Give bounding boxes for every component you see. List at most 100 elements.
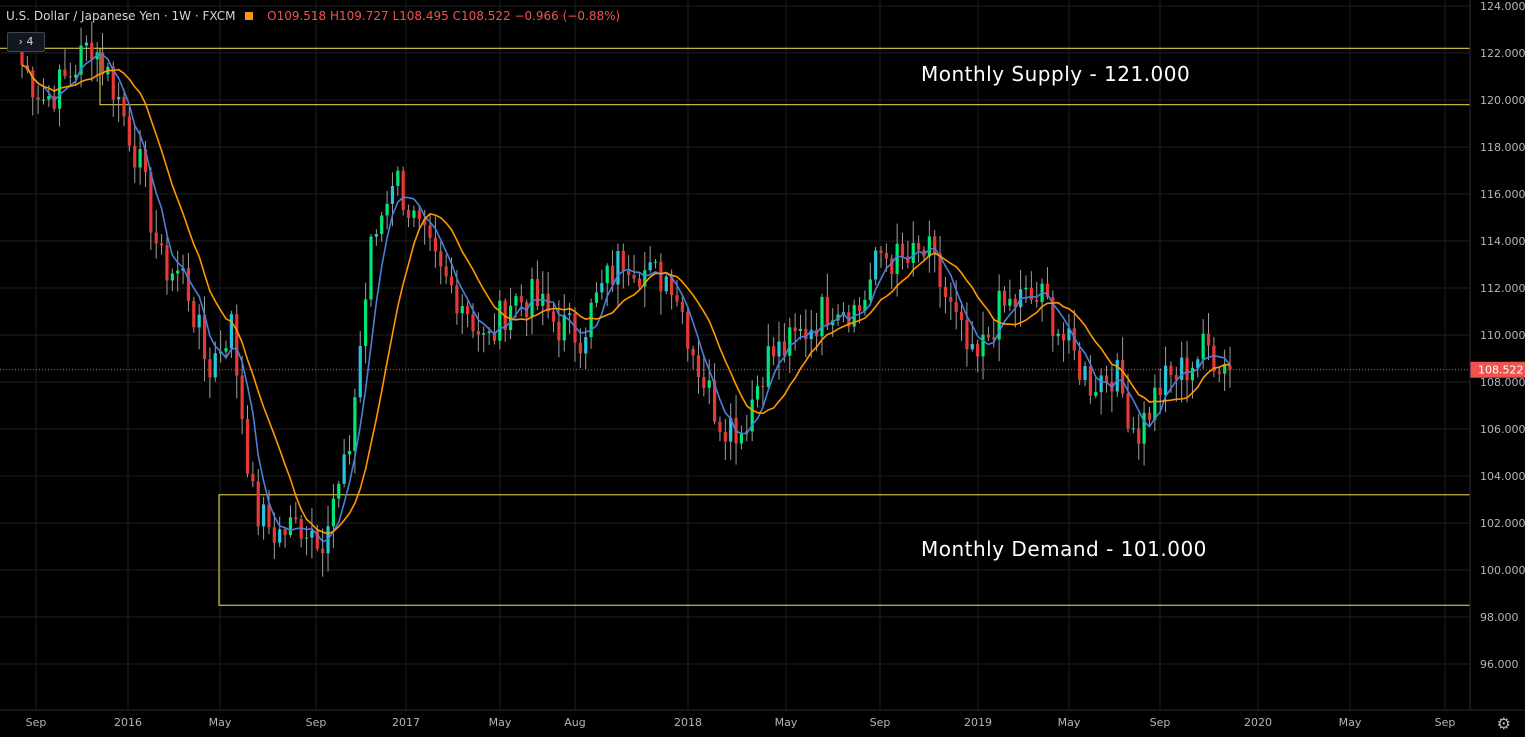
legend-interval: 1W <box>171 9 192 23</box>
y-tick-label: 118.000 <box>1480 141 1525 154</box>
x-tick-label: May <box>489 716 512 729</box>
candle-body <box>229 314 233 349</box>
supply-zone <box>99 47 1471 106</box>
candle-body <box>380 215 384 234</box>
y-tick-label: 104.000 <box>1480 470 1525 483</box>
x-tick-label: 2018 <box>674 716 702 729</box>
y-tick-label: 120.000 <box>1480 94 1525 107</box>
candle-body <box>1008 298 1012 306</box>
candle-body <box>1024 287 1028 290</box>
candle-body <box>1099 375 1103 393</box>
candle-body <box>133 145 137 168</box>
candle-body <box>149 172 153 233</box>
last-price-label: 108.522 <box>1478 364 1524 377</box>
y-tick-label: 106.000 <box>1480 423 1525 436</box>
candle-body <box>337 483 341 499</box>
time-axis[interactable]: Sep 2016 May Sep 2017 May Aug 2018 May Sep 2019 May… <box>0 709 1525 729</box>
candle-body <box>417 210 421 219</box>
candle-body <box>868 279 872 300</box>
candle-body <box>981 334 985 357</box>
candle-body <box>186 268 191 301</box>
candle-body <box>616 250 620 285</box>
candle-body <box>777 341 781 357</box>
price-chart[interactable]: 108.522 124.000 122.000 120.000 118.000 116.… <box>0 0 1525 737</box>
candle-body <box>874 250 878 280</box>
candle-body <box>401 170 405 211</box>
candle-body <box>568 313 572 315</box>
candle-body <box>1137 428 1141 444</box>
y-tick-label: 100.000 <box>1480 564 1525 577</box>
y-tick-label: 96.000 <box>1480 658 1519 671</box>
x-tick-label: Sep <box>870 716 891 729</box>
candle-body <box>433 237 438 252</box>
candle-body <box>755 385 760 400</box>
candle-body <box>675 295 679 302</box>
candle-body <box>1121 360 1125 394</box>
candle-body <box>471 314 475 332</box>
candle-body <box>353 397 357 451</box>
y-tick-label: 122.000 <box>1480 47 1525 60</box>
x-tick-label: Sep <box>26 716 47 729</box>
candle-body <box>535 278 540 306</box>
moving-average-lines <box>21 53 1231 543</box>
legend-ohlc: O109.518 H109.727 L108.495 C108.522 −0.9… <box>267 9 621 23</box>
candle-body <box>1228 365 1232 370</box>
candle-body <box>1126 393 1130 429</box>
candle-body <box>1083 366 1087 381</box>
candle-body <box>976 344 980 357</box>
y-tick-label: 116.000 <box>1480 188 1525 201</box>
candle-body <box>965 320 969 350</box>
candle-body <box>879 250 883 253</box>
candle-body <box>498 300 502 341</box>
candle-body <box>444 266 448 277</box>
candle-body <box>1094 392 1098 396</box>
x-tick-label: May <box>1339 716 1362 729</box>
candle-body <box>1056 333 1060 337</box>
x-tick-label: 2016 <box>114 716 142 729</box>
indicator-toggle-button[interactable]: › 4 <box>7 32 45 52</box>
ma-fast-line <box>21 53 1231 543</box>
candle-body <box>406 210 411 218</box>
candle-body <box>41 99 46 101</box>
price-axis[interactable]: 124.000 122.000 120.000 118.000 116.000 114.0… <box>1469 0 1525 710</box>
candle-body <box>460 306 464 314</box>
x-tick-label: 2019 <box>964 716 992 729</box>
candle-body <box>267 504 271 528</box>
chart-legend: U.S. Dollar / Japanese Yen · 1W · FXCM O… <box>6 9 621 23</box>
candle-body <box>1002 290 1007 306</box>
x-tick-label: May <box>775 716 798 729</box>
candle-body <box>648 262 652 271</box>
candle-body <box>331 498 335 527</box>
candle-body <box>347 450 352 455</box>
candle-body <box>970 344 974 350</box>
candle-body <box>396 170 400 187</box>
candle-body <box>895 243 899 274</box>
candle-body <box>385 203 389 216</box>
x-tick-label: Sep <box>306 716 327 729</box>
candle-body <box>884 252 888 259</box>
candle-body <box>213 353 217 378</box>
candle-body <box>63 69 67 77</box>
candle-body <box>283 529 287 536</box>
x-tick-label: 2020 <box>1244 716 1272 729</box>
y-tick-label: 124.000 <box>1480 0 1525 13</box>
candle-body <box>439 251 443 267</box>
candle-body <box>696 355 701 377</box>
candle-body <box>718 421 722 432</box>
candle-body <box>707 380 711 388</box>
candle-body <box>610 265 615 285</box>
legend-symbol: U.S. Dollar / Japanese Yen <box>6 9 161 23</box>
candle-body <box>530 278 534 318</box>
candle-body <box>288 517 293 536</box>
candle-body <box>627 270 631 276</box>
candle-body <box>235 314 239 376</box>
settings-gear-icon[interactable]: ⚙ <box>1497 714 1511 733</box>
candle-body <box>1078 350 1082 381</box>
candle-body <box>680 301 684 312</box>
last-price-line: 108.522 <box>0 361 1525 378</box>
candle-body <box>1115 360 1119 392</box>
candle-body <box>723 431 727 442</box>
candle-body <box>165 245 169 281</box>
candle-body <box>519 296 523 303</box>
orange-square-icon <box>245 12 254 20</box>
